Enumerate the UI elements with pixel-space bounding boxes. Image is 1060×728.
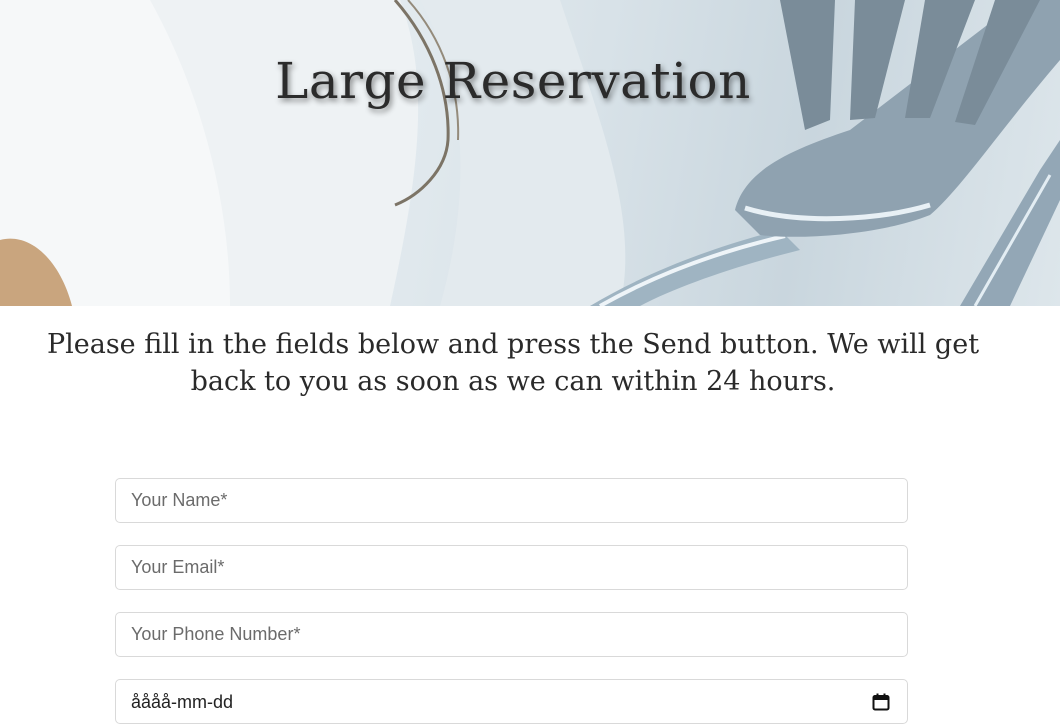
date-field[interactable]: åååå-mm-dd — [115, 679, 908, 724]
name-input[interactable] — [116, 479, 907, 522]
intro-text: Please fill in the fields below and pres… — [46, 329, 980, 397]
email-input[interactable] — [116, 546, 907, 589]
hero-background-image — [0, 0, 1060, 306]
name-field[interactable] — [115, 478, 908, 523]
email-field[interactable] — [115, 545, 908, 590]
phone-field[interactable] — [115, 612, 908, 657]
date-input-value[interactable]: åååå-mm-dd — [131, 680, 233, 725]
calendar-icon[interactable] — [872, 693, 890, 711]
phone-input[interactable] — [116, 613, 907, 656]
page-title: Large Reservation — [275, 52, 751, 110]
hero-banner: Large Reservation — [0, 0, 1060, 306]
